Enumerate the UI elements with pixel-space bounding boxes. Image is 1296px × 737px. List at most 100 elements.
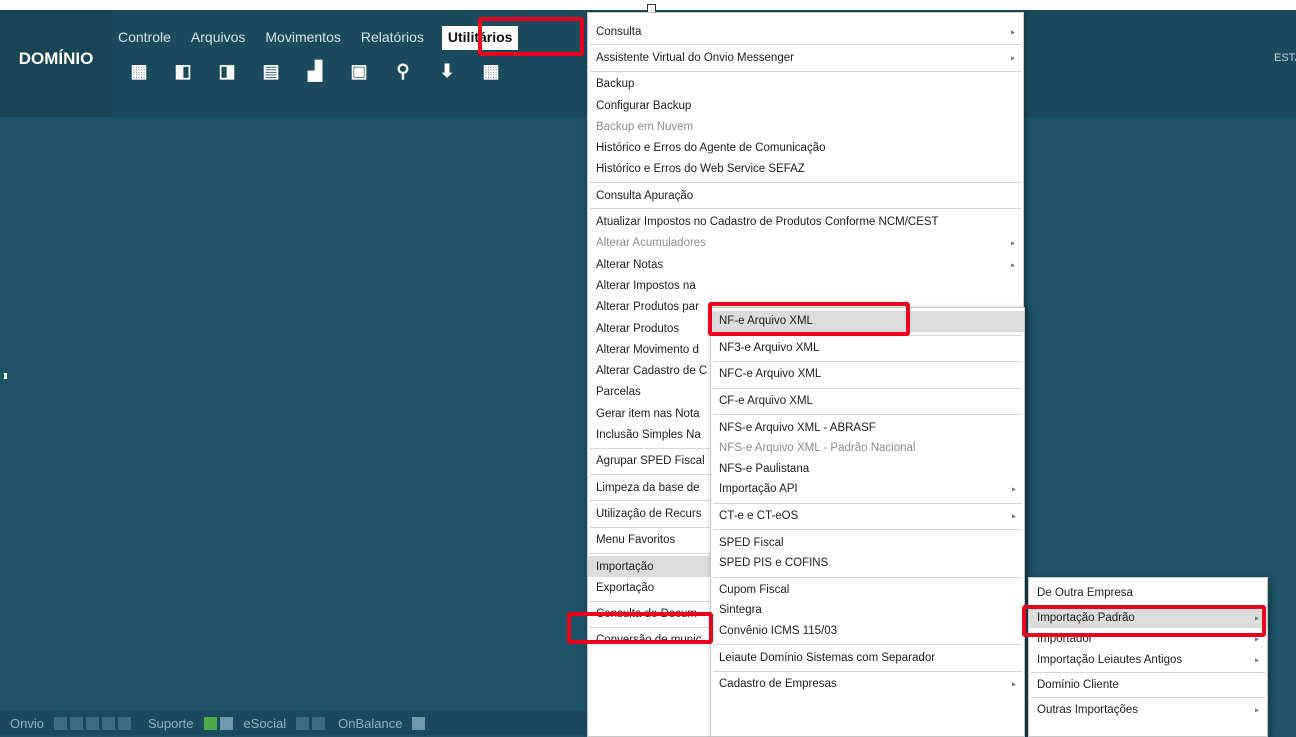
menu-separator [1031, 697, 1265, 698]
onvio-icon-2[interactable] [69, 716, 83, 730]
menu-item-alterar-notas[interactable]: Alterar Notas ▸ [588, 254, 1023, 275]
onvio-icon-3[interactable] [85, 716, 99, 730]
menu-movimentos[interactable]: Movimentos [265, 26, 340, 50]
download-icon[interactable]: ⬇ [436, 60, 458, 82]
suporte-link[interactable]: Suporte [148, 716, 194, 731]
menu-item-consulta[interactable]: Consulta ▸ [588, 21, 1023, 42]
submenu-item-sped-pis-e-cofins[interactable]: SPED PIS e COFINS [711, 553, 1024, 574]
menu-arquivos[interactable]: Arquivos [191, 26, 245, 50]
submenu-item-nfc-e-arquivo-xml[interactable]: NFC-e Arquivo XML [711, 364, 1024, 385]
esocial-icon-1[interactable] [296, 716, 310, 730]
calendar-icon[interactable]: ▦ [480, 60, 502, 82]
menu-item-alterar-acumuladores[interactable]: Alterar Acumuladores ▸ [588, 233, 1023, 254]
menu-item-label: Leiaute Domínio Sistemas com Separador [719, 651, 936, 664]
company-open-icon[interactable]: ◧ [172, 60, 194, 82]
menu-item-atualizar-impostos-no-cadastro-de-produtos-conforme-ncm-cest[interactable]: Atualizar Impostos no Cadastro de Produt… [588, 211, 1023, 232]
menu-item-assistente-virtual-do-onvio-messenger[interactable]: Assistente Virtual do Onvio Messenger ▸ [588, 47, 1023, 68]
submenu-item-sintegra[interactable]: Sintegra [711, 600, 1024, 621]
menu-item-backup-em-nuvem[interactable]: Backup em Nuvem [588, 116, 1023, 137]
submenu-arrow-icon: ▸ [1254, 655, 1259, 664]
esocial-icon-2[interactable] [312, 716, 326, 730]
submenu2-item-dominio-cliente[interactable]: Domínio Cliente [1029, 674, 1267, 695]
menu-separator [590, 44, 1021, 46]
suporte-doc-icon[interactable] [219, 716, 233, 730]
menu-item-consulta-apuracao[interactable]: Consulta Apuração [588, 185, 1023, 206]
highlight-nfe-arquivo-xml [708, 302, 910, 336]
menu-item-label: Consulta [596, 25, 642, 38]
menu-item-label: Cupom Fiscal [719, 583, 790, 596]
menu-separator [713, 414, 1022, 416]
submenu-item-nf3-e-arquivo-xml[interactable]: NF3-e Arquivo XML [711, 338, 1024, 359]
onvio-link[interactable]: Onvio [10, 716, 44, 731]
suporte-chat-icon[interactable] [203, 716, 217, 730]
submenu-item-nfs-e-arquivo-xml-abrasf[interactable]: NFS-e Arquivo XML - ABRASF [711, 417, 1024, 438]
submenu-item-leiaute-dominio-sistemas-com-separador[interactable]: Leiaute Domínio Sistemas com Separador [711, 647, 1024, 668]
menu-item-label: Parcelas [596, 386, 641, 399]
submenu2-item-importacao-leiautes-antigos[interactable]: Importação Leiautes Antigos ▸ [1029, 649, 1267, 670]
submenu2-item-outras-importacoes[interactable]: Outras Importações ▸ [1029, 699, 1267, 720]
report-icon[interactable]: ▤ [260, 60, 282, 82]
submenu-arrow-icon: ▸ [1010, 53, 1015, 63]
submenu-item-cupom-fiscal[interactable]: Cupom Fiscal [711, 580, 1024, 601]
submenu-item-convenio-icms-115-03[interactable]: Convênio ICMS 115/03 [711, 621, 1024, 642]
menu-item-label: Outras Importações [1037, 703, 1138, 716]
menu-item-label: Atualizar Impostos no Cadastro de Produt… [596, 216, 939, 229]
menu-item-label: Alterar Produtos par [596, 301, 699, 314]
onbalance-link[interactable]: OnBalance [338, 716, 402, 731]
menu-item-label: NFS-e Arquivo XML - ABRASF [719, 421, 876, 434]
menu-item-label: Histórico e Erros do Agente de Comunicaç… [596, 142, 826, 155]
company-next-icon[interactable]: ◨ [216, 60, 238, 82]
importacao-submenu: NF-e Arquivo XML NF3-e Arquivo XML NFC-e A… [710, 307, 1025, 737]
cursor-dot-icon [4, 373, 7, 379]
menu-item-label: Importação Leiautes Antigos [1037, 653, 1183, 666]
search-icon[interactable]: ⚲ [392, 60, 414, 82]
menu-item-label: NF3-e Arquivo XML [719, 341, 820, 354]
menu-item-label: NFC-e Arquivo XML [719, 368, 822, 381]
submenu-arrow-icon: ▸ [1011, 679, 1016, 689]
menu-item-label: Configurar Backup [596, 99, 692, 112]
onvio-icon-1[interactable] [53, 716, 67, 730]
menu-controle[interactable]: Controle [118, 26, 171, 50]
submenu-arrow-icon: ▸ [1010, 27, 1015, 37]
menu-separator [713, 529, 1022, 531]
submenu-item-cadastro-de-empresas[interactable]: Cadastro de Empresas ▸ [711, 674, 1024, 695]
menu-item-label: Agrupar SPED Fiscal [596, 455, 705, 468]
menu-item-label: Histórico e Erros do Web Service SEFAZ [596, 163, 805, 176]
submenu-item-sped-fiscal[interactable]: SPED Fiscal [711, 532, 1024, 553]
calculator-icon[interactable]: ▣ [348, 60, 370, 82]
highlight-importacao-padrao [1022, 605, 1266, 637]
onvio-icon-5[interactable] [117, 716, 131, 730]
menu-item-label: Alterar Notas [596, 258, 664, 271]
menu-item-label: Backup [596, 78, 635, 91]
printer-icon[interactable]: ▟ [304, 60, 326, 82]
menu-item-historico-e-erros-do-agente-de-comunicacao[interactable]: Histórico e Erros do Agente de Comunicaç… [588, 138, 1023, 159]
menu-item-label: Cadastro de Empresas [719, 678, 837, 691]
submenu-item-importacao-api[interactable]: Importação API ▸ [711, 479, 1024, 500]
menu-item-label: Menu Favoritos [596, 534, 676, 547]
menu-relatorios[interactable]: Relatórios [361, 26, 424, 50]
menu-item-label: Alterar Cadastro de C [596, 365, 708, 378]
importacao-padrao-submenu: De Outra Empresa Importação Padrão ▸ Import… [1028, 577, 1268, 737]
submenu2-item-de-outra-empresa[interactable]: De Outra Empresa [1029, 582, 1267, 603]
submenu-item-ct-e-e-ct-eos[interactable]: CT-e e CT-eOS ▸ [711, 506, 1024, 527]
submenu-arrow-icon: ▸ [1254, 705, 1259, 714]
menu-item-backup[interactable]: Backup [588, 74, 1023, 95]
highlight-importacao [567, 612, 713, 644]
menu-item-label: SPED Fiscal [719, 536, 784, 549]
menu-item-label: Gerar item nas Nota [596, 407, 700, 420]
building-icon[interactable]: ▦ [128, 60, 150, 82]
menu-item-label: De Outra Empresa [1037, 586, 1133, 599]
toolbar: ▦ ◧ ◨ ▤ ▟ ▣ ⚲ ⬇ ▦ [128, 60, 524, 82]
submenu-item-cf-e-arquivo-xml[interactable]: CF-e Arquivo XML [711, 391, 1024, 412]
menu-item-alterar-impostos-na[interactable]: Alterar Impostos na [588, 275, 1023, 296]
submenu-item-nfs-e-arquivo-xml-padrao-nacional[interactable]: NFS-e Arquivo XML - Padrão Nacional [711, 438, 1024, 459]
status-bar: Onvio Suporte eSocial OnBalance [0, 711, 600, 735]
mail-icon[interactable] [412, 716, 426, 730]
submenu-item-nfs-e-paulistana[interactable]: NFS-e Paulistana [711, 459, 1024, 480]
menu-item-configurar-backup[interactable]: Configurar Backup [588, 95, 1023, 116]
status-label-right: ESTA [1274, 52, 1296, 64]
menu-item-label: Convênio ICMS 115/03 [719, 625, 838, 638]
menu-item-historico-e-erros-do-web-service-sefaz[interactable]: Histórico e Erros do Web Service SEFAZ [588, 159, 1023, 180]
onvio-icon-4[interactable] [101, 716, 115, 730]
esocial-link[interactable]: eSocial [244, 716, 287, 731]
